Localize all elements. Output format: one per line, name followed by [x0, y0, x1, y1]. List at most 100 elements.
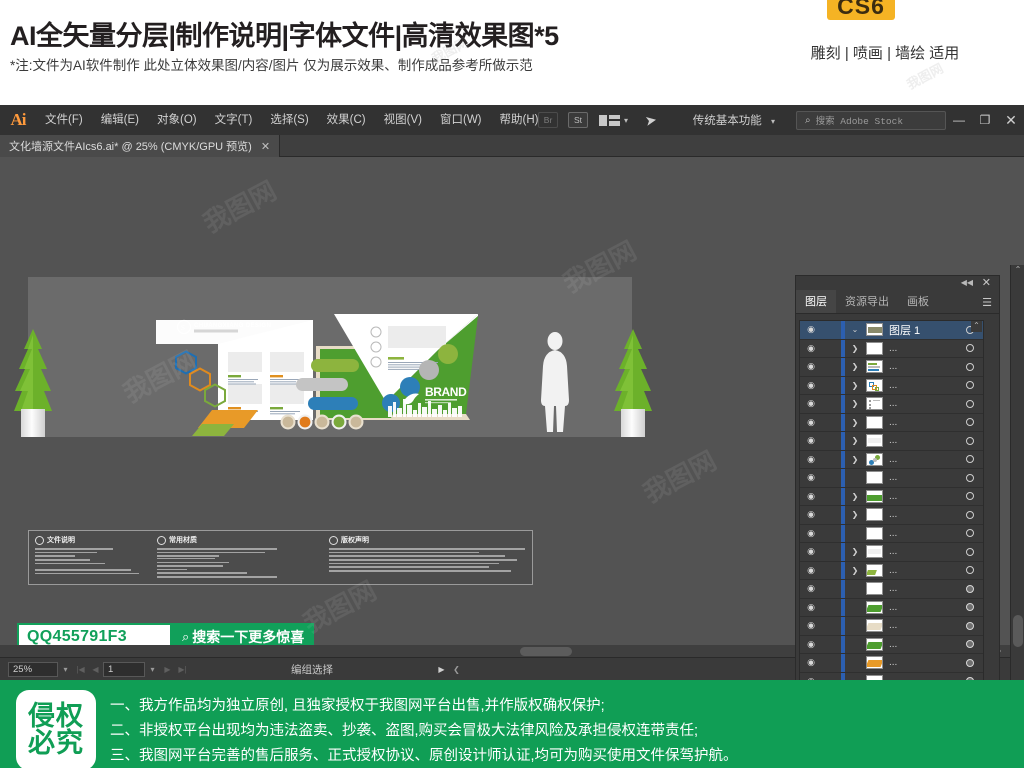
- layer-name[interactable]: ...: [883, 380, 957, 391]
- chevron-right-icon[interactable]: ❯: [845, 381, 865, 390]
- chevron-right-icon[interactable]: ❯: [845, 362, 865, 371]
- layer-name[interactable]: ...: [883, 657, 957, 668]
- panel-menu-icon[interactable]: ☰: [982, 296, 992, 309]
- chevron-right-icon[interactable]: ❯: [845, 510, 865, 519]
- page-dropdown-icon[interactable]: ▾: [145, 665, 160, 674]
- stock-search-input[interactable]: ⌕ 搜索 Adobe Stock: [796, 110, 946, 130]
- layer-name[interactable]: ...: [883, 565, 957, 576]
- menu-window[interactable]: 窗口(W): [431, 105, 491, 135]
- eye-icon[interactable]: ◉: [800, 546, 822, 557]
- bridge-icon[interactable]: Br: [538, 112, 559, 128]
- target-indicator[interactable]: [957, 487, 983, 505]
- layer-name[interactable]: ...: [883, 417, 957, 428]
- layer-row[interactable]: ◉ ❯...: [800, 561, 983, 580]
- menu-object[interactable]: 对象(O): [148, 105, 206, 135]
- eye-icon[interactable]: ◉: [800, 657, 822, 668]
- target-indicator[interactable]: [957, 524, 983, 542]
- layer-row[interactable]: ◉ ❯...: [800, 358, 983, 377]
- eye-icon[interactable]: ◉: [800, 491, 822, 502]
- layer-row[interactable]: ◉...: [800, 598, 983, 617]
- target-indicator[interactable]: [957, 580, 983, 598]
- layer-name[interactable]: ...: [883, 454, 957, 465]
- zoom-level-field[interactable]: 25%: [8, 661, 58, 677]
- chevron-right-icon[interactable]: ❯: [845, 436, 865, 445]
- zoom-dropdown-icon[interactable]: ▾: [58, 665, 73, 674]
- chevron-down-icon[interactable]: ⌄: [845, 325, 865, 334]
- workspace-selector[interactable]: 传统基本功能 ▾: [693, 112, 782, 128]
- tab-asset-export[interactable]: 资源导出: [836, 290, 898, 313]
- menu-file[interactable]: 文件(F): [36, 105, 92, 135]
- status-menu-icon[interactable]: ▶: [434, 665, 449, 674]
- layers-scroll-up-icon[interactable]: ⌃: [971, 321, 982, 332]
- layer-name[interactable]: ...: [883, 435, 957, 446]
- target-indicator[interactable]: [957, 617, 983, 635]
- target-indicator[interactable]: [957, 450, 983, 468]
- layer-row[interactable]: ◉ ❯...: [800, 395, 983, 414]
- chevron-down-icon[interactable]: ▾: [624, 116, 628, 125]
- layer-name[interactable]: ...: [883, 546, 957, 557]
- target-indicator[interactable]: [957, 413, 983, 431]
- menu-view[interactable]: 视图(V): [375, 105, 431, 135]
- target-indicator[interactable]: [957, 598, 983, 616]
- eye-icon[interactable]: ◉: [800, 435, 822, 446]
- prev-page-button[interactable]: ◀: [88, 665, 103, 674]
- menu-type[interactable]: 文字(T): [206, 105, 262, 135]
- eye-icon[interactable]: ◉: [800, 343, 822, 354]
- layer-row[interactable]: ◉ ❯...: [800, 450, 983, 469]
- layer-row[interactable]: ◉ ❯...: [800, 339, 983, 358]
- close-icon[interactable]: ✕: [261, 140, 270, 153]
- eye-icon[interactable]: ◉: [800, 565, 822, 576]
- chevron-right-icon[interactable]: ❯: [845, 399, 865, 408]
- target-indicator[interactable]: [957, 561, 983, 579]
- layer-row[interactable]: ◉ ❯...: [800, 413, 983, 432]
- chevron-right-icon[interactable]: ❯: [845, 344, 865, 353]
- close-button[interactable]: ✕: [998, 105, 1024, 135]
- layer-row[interactable]: ◉ ❯...: [800, 506, 983, 525]
- eye-icon[interactable]: ◉: [800, 583, 822, 594]
- stock-icon[interactable]: St: [568, 112, 589, 128]
- status-collapse-icon[interactable]: ❮: [449, 665, 464, 674]
- arrange-documents-icon[interactable]: [599, 113, 621, 128]
- eye-icon[interactable]: ◉: [800, 602, 822, 613]
- layer-row[interactable]: ◉ ❯...: [800, 432, 983, 451]
- eye-icon[interactable]: ◉: [800, 509, 822, 520]
- document-tab[interactable]: 文化墙源文件AIcs6.ai* @ 25% (CMYK/GPU 预览) ✕: [0, 135, 281, 157]
- collapse-panel-icon[interactable]: ◀◀: [961, 278, 973, 287]
- eye-icon[interactable]: ◉: [800, 639, 822, 650]
- layer-row[interactable]: ◉ ❯...: [800, 376, 983, 395]
- share-icon[interactable]: ➤: [644, 111, 659, 130]
- menu-select[interactable]: 选择(S): [261, 105, 317, 135]
- layer-row[interactable]: ◉...: [800, 524, 983, 543]
- eye-icon[interactable]: ◉: [800, 528, 822, 539]
- chevron-right-icon[interactable]: ❯: [845, 492, 865, 501]
- layer-row[interactable]: ◉...: [800, 617, 983, 636]
- layer-name[interactable]: ...: [883, 602, 957, 613]
- target-indicator[interactable]: [957, 395, 983, 413]
- layer-name[interactable]: ...: [883, 398, 957, 409]
- layer-row[interactable]: ◉ ❯...: [800, 487, 983, 506]
- chevron-right-icon[interactable]: ❯: [845, 455, 865, 464]
- chevron-right-icon[interactable]: ❯: [845, 418, 865, 427]
- layers-list[interactable]: ◉ ⌄ 图层 1 ◉ ❯... ◉ ❯... ◉ ❯... ◉ ❯... ◉ ❯... ◉ ❯... ◉…: [799, 320, 984, 719]
- target-indicator[interactable]: [957, 469, 983, 487]
- layer-row[interactable]: ◉...: [800, 635, 983, 654]
- layer-name[interactable]: ...: [883, 343, 957, 354]
- layer-name[interactable]: ...: [883, 491, 957, 502]
- target-indicator[interactable]: [957, 358, 983, 376]
- eye-icon[interactable]: ◉: [800, 361, 822, 372]
- layer-row[interactable]: ◉...: [800, 654, 983, 673]
- scroll-up-icon[interactable]: ⌃: [1011, 265, 1024, 279]
- layer-name[interactable]: ...: [883, 509, 957, 520]
- chevron-right-icon[interactable]: ❯: [845, 566, 865, 575]
- target-indicator[interactable]: [957, 339, 983, 357]
- layer-row[interactable]: ◉...: [800, 580, 983, 599]
- layer-name[interactable]: ...: [883, 472, 957, 483]
- eye-icon[interactable]: ◉: [800, 454, 822, 465]
- target-indicator[interactable]: [957, 543, 983, 561]
- tab-layers[interactable]: 图层: [796, 290, 836, 313]
- target-indicator[interactable]: [957, 376, 983, 394]
- layer-row[interactable]: ◉ ❯...: [800, 543, 983, 562]
- layer-name[interactable]: ...: [883, 639, 957, 650]
- maximize-button[interactable]: ❐: [972, 105, 998, 135]
- menu-edit[interactable]: 编辑(E): [92, 105, 148, 135]
